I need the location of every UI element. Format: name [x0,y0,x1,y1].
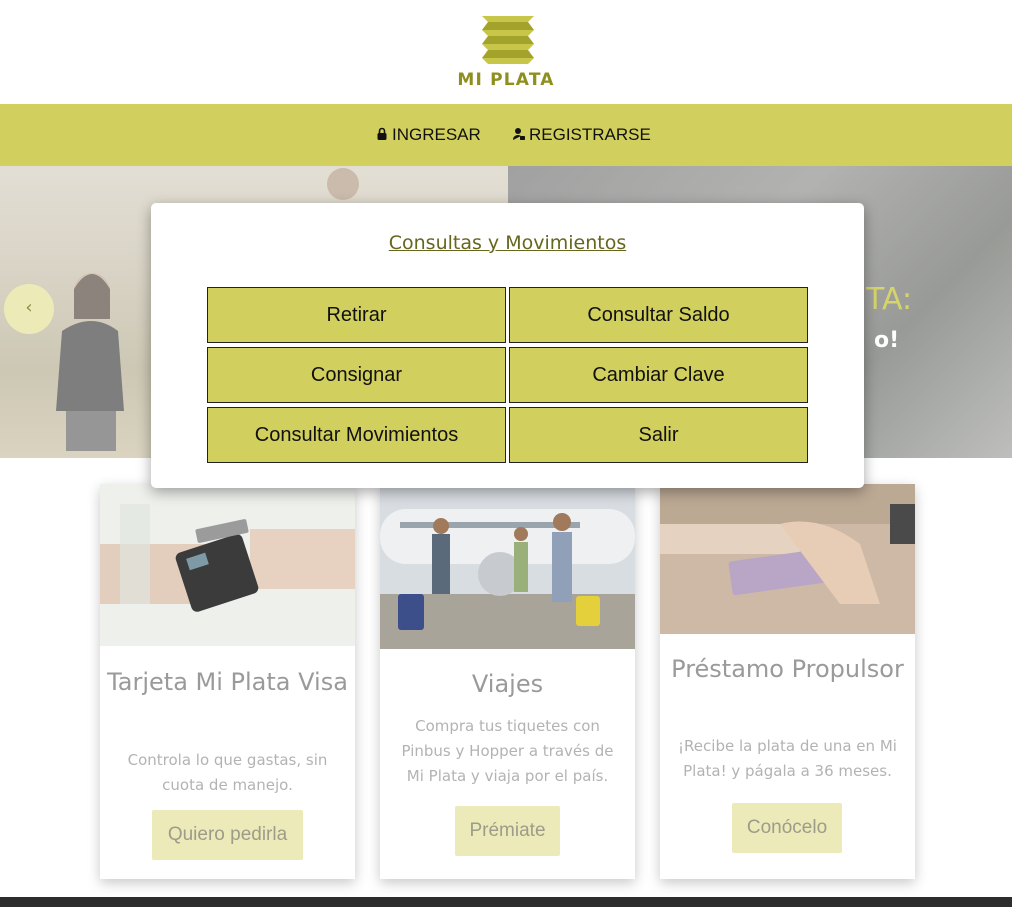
card-description: Compra tus tiquetes con Pinbus y Hopper … [401,717,614,785]
navbar: INGRESAR REGISTRARSE [0,104,1012,166]
family-travel-image [380,484,635,649]
registrarse-label: REGISTRARSE [529,125,651,144]
card-viajes: Viajes Compra tus tiquetes con Pinbus y … [380,484,635,879]
card-title: Viajes [471,670,544,698]
card-description: Controla lo que gastas, sin cuota de man… [127,751,328,794]
card-title: Tarjeta Mi Plata Visa [107,668,348,696]
registrarse-link[interactable]: REGISTRARSE [513,104,651,166]
premiate-button[interactable]: Prémiate [455,806,560,856]
money-hands-image [660,484,915,634]
carousel-prev-button[interactable]: ‹ [4,284,54,334]
hero-subtitle-fragment: o! [874,328,900,353]
mi-plata-logo-icon[interactable] [478,12,538,66]
consultar-saldo-button[interactable]: Consultar Saldo [509,287,808,343]
card-description: ¡Recibe la plata de una en Mi Plata! y p… [678,737,897,780]
conocelo-button[interactable]: Conócelo [732,803,842,853]
brand-name[interactable]: MI PLATA [0,70,1012,90]
retirar-button[interactable]: Retirar [207,287,506,343]
footer-bar [0,897,1012,907]
consultas-modal: Consultas y Movimientos Retirar Consulta… [151,203,864,488]
consultar-movimientos-button[interactable]: Consultar Movimientos [207,407,506,463]
hero-headline-fragment: TA: [866,282,913,317]
payment-terminal-image [100,484,355,646]
card-prestamo-propulsor: Préstamo Propulsor ¡Recibe la plata de u… [660,484,915,879]
user-lock-icon [513,128,525,140]
ingresar-link[interactable]: INGRESAR [376,104,481,166]
lock-icon [377,127,387,140]
quiero-pedirla-button[interactable]: Quiero pedirla [152,810,303,860]
header: MI PLATA [0,0,1012,104]
consignar-button[interactable]: Consignar [207,347,506,403]
card-image-travel [380,484,635,649]
ingresar-label: INGRESAR [392,125,481,144]
cambiar-clave-button[interactable]: Cambiar Clave [509,347,808,403]
card-tarjeta-visa: Tarjeta Mi Plata Visa Controla lo que ga… [100,484,355,879]
card-title: Préstamo Propulsor [671,655,904,683]
modal-title[interactable]: Consultas y Movimientos [151,232,864,254]
card-image-money [660,484,915,634]
card-image-payment [100,484,355,646]
page: MI PLATA INGRESAR REGISTRARSE TA: o! ‹ T… [0,0,1012,907]
salir-button[interactable]: Salir [509,407,808,463]
